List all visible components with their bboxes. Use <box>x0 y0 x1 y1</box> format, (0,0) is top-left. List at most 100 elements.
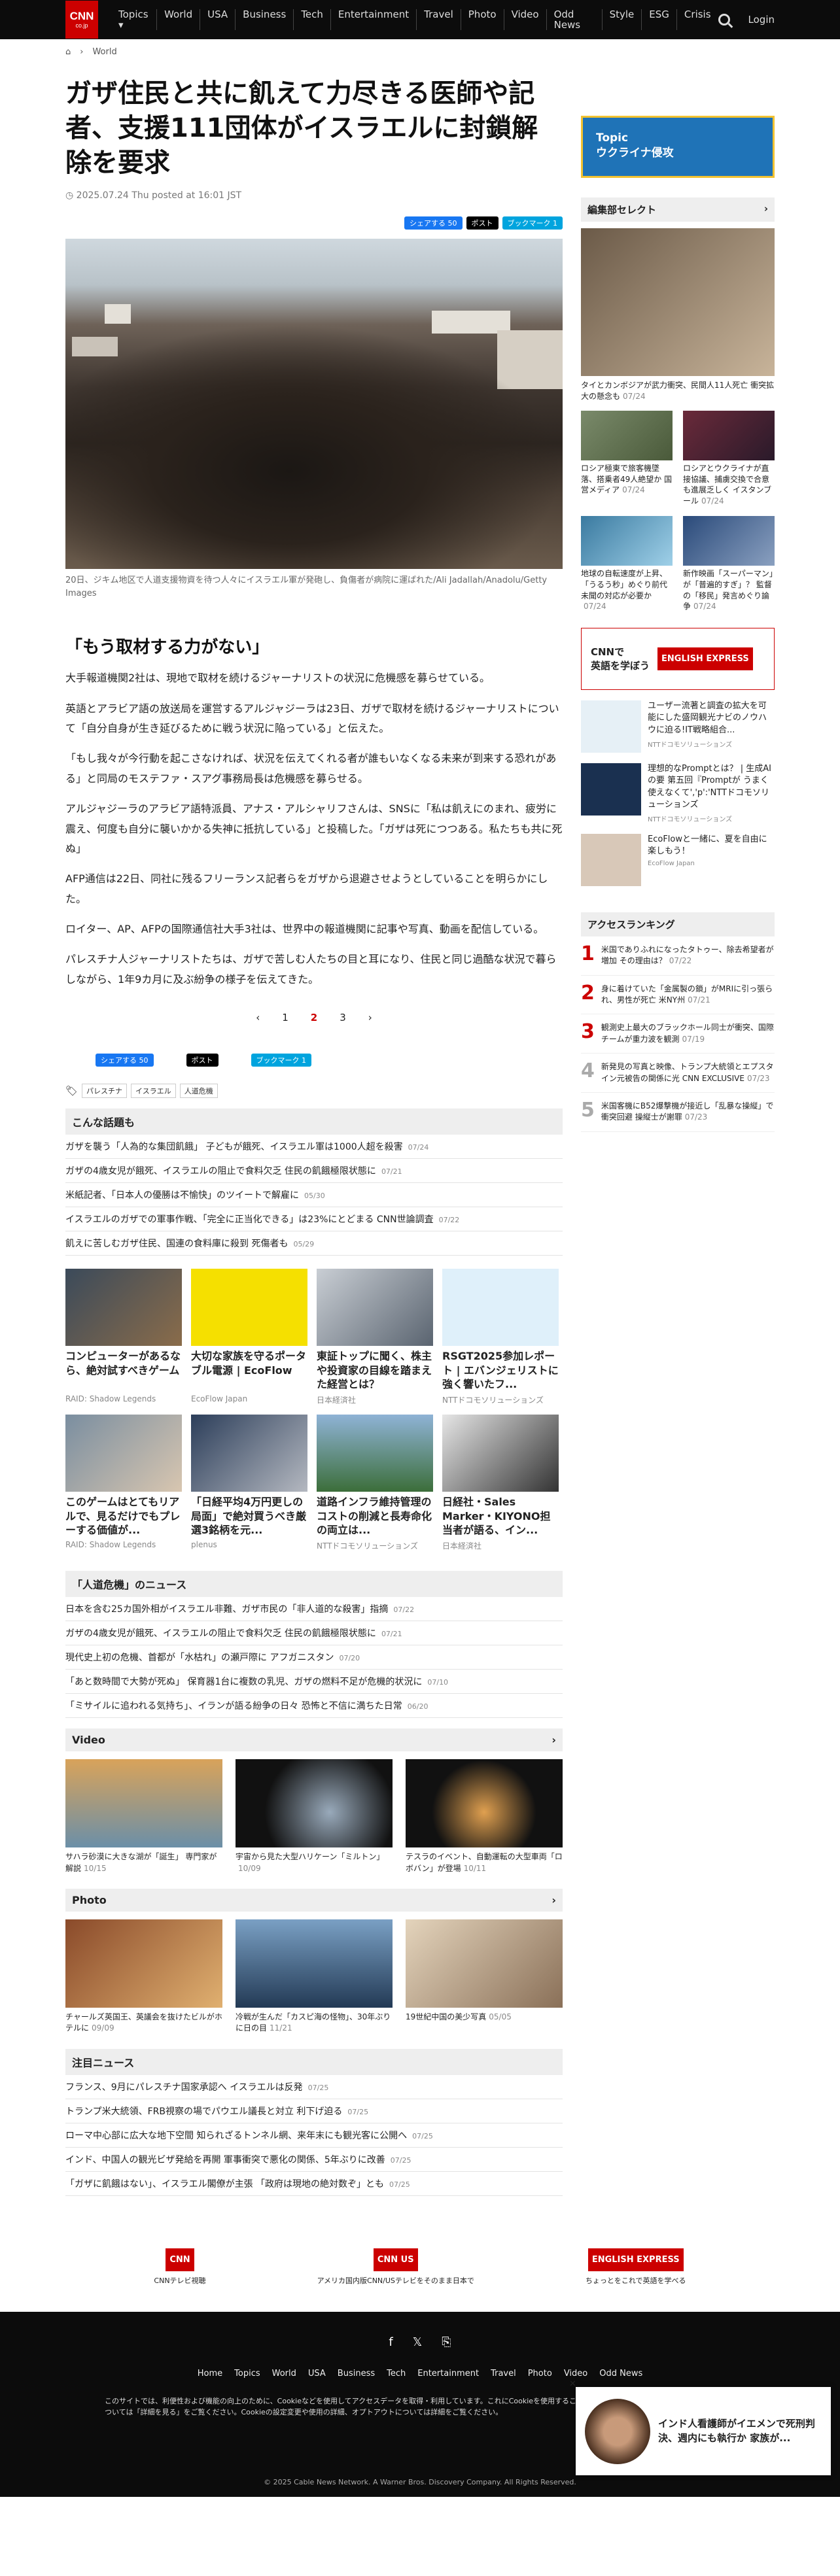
facebook-icon[interactable]: f <box>389 2335 393 2349</box>
sponsored-item[interactable]: 理想的なPromptとは？ | 生成AIの要 第五回『Promptが うまく使え… <box>581 763 775 823</box>
english-express-link[interactable]: ENGLISH EXPRESS ちょっとをこれで英語を学べる <box>586 2248 686 2286</box>
sponsored-item[interactable]: ユーザー流著と調査の拡大を可能にした盛岡観光ナビのノウハウに迫る!IT戦略組合.… <box>581 700 775 753</box>
ranking-item[interactable]: 3 観測史上最大のブラックホール同士が衝突、国際チームが重力波を観測 07/19 <box>581 1014 775 1054</box>
ranking-item[interactable]: 5 米国客機にB52爆撃機が接近し「乱暴な操縦」で衝突回避 操縦士が謝罪 07/23 <box>581 1093 775 1132</box>
pick-card[interactable]: ロシアとウクライナが直接協議、捕虜交換で合意も進展乏しく イスタンブール 07/2… <box>683 410 775 507</box>
ranking-item[interactable]: 4 新発見の写真と映像、トランプ大統領とエプスタイン元被告の関係に光 CNN EX… <box>581 1054 775 1093</box>
ranking-item[interactable]: 1 米国でありふれになったタトゥー、除去希望者が増加 その理由は？ 07/22 <box>581 936 775 976</box>
pick-card[interactable]: 新作映画「スーパーマン」が「普遍的すぎ」？ 監督の「移民」発言めぐり論争 07/2… <box>683 515 775 612</box>
topic-banner[interactable]: Topic ウクライナ侵攻 <box>581 116 775 178</box>
close-icon[interactable]: ✕ <box>569 2379 576 2389</box>
list-item[interactable]: 日本を含む25カ国外相がイスラエル非難、ガザ市民の「非人道的な殺害」指摘 07/2… <box>65 1597 563 1622</box>
photo-header[interactable]: Photo › <box>65 1889 563 1912</box>
share-icon[interactable]: ⎘ <box>442 2335 451 2349</box>
list-item[interactable]: 「あと数時間で大勢が死ぬ」 保育器1台に複数の乳児、ガザの燃料不足が危機的状況に… <box>65 1670 563 1694</box>
ranking-item[interactable]: 2 身に着けていた「金属製の鎖」がMRIに引っ張られ、男性が死亡 米NY州 07/2… <box>581 976 775 1015</box>
promo-card[interactable]: RSGT2025参加レポート | エバンジェリストに強く響いたフ... NTTドコ… <box>442 1269 559 1405</box>
nav-item[interactable]: Photo <box>461 9 504 30</box>
picks-header[interactable]: 編集部セレクト › <box>581 197 775 222</box>
promo-card[interactable]: 東証トップに聞く、株主や投資家の目線を踏まえた経営とは？ 日本経済社 <box>317 1269 433 1405</box>
list-item[interactable]: 現代史上初の危機、首都が「水枯れ」の瀬戸際に アフガニスタン 07/20 <box>65 1645 563 1670</box>
hatena-bookmark-button[interactable]: ブックマーク 1 <box>502 216 563 230</box>
list-item[interactable]: トランプ米大統領、FRB視察の場でパウエル議長と対立 利下げ迫る 07/25 <box>65 2099 563 2123</box>
footer-link[interactable]: Tech <box>387 2369 406 2379</box>
nav-item[interactable]: Style <box>603 9 642 30</box>
nav-item[interactable]: World <box>157 9 201 30</box>
footer-link[interactable]: World <box>272 2369 296 2379</box>
list-item[interactable]: ローマ中心部に広大な地下空間 知られざるトンネル網、来年末にも観光客に公開へ 07… <box>65 2123 563 2148</box>
nav-item[interactable]: Crisis <box>677 9 718 30</box>
footer-link[interactable]: Home <box>198 2369 222 2379</box>
cnn-us-link[interactable]: CNN US アメリカ国内版CNN/USテレビをそのまま日本で <box>317 2248 474 2286</box>
picks-hero-image[interactable] <box>581 228 775 376</box>
pick-card[interactable]: 地球の自転速度が上昇、「うるう秒」めぐり前代未聞の対応が必要か07/24 <box>581 515 673 612</box>
list-item[interactable]: ガザの4歳女児が餓死、イスラエルの阻止で食料欠乏 住民の飢餓極限状態に 07/21 <box>65 1621 563 1646</box>
list-item[interactable]: 米紙記者、「日本人の優勝は不愉快」のツイートで解雇に 05/30 <box>65 1183 563 1208</box>
nav-item[interactable]: Tech <box>294 9 331 30</box>
facebook-share-button[interactable]: シェアする 50 <box>96 1054 154 1067</box>
footer-link[interactable]: Video <box>564 2369 587 2379</box>
home-icon[interactable]: ⌂ <box>65 47 71 57</box>
x-post-button[interactable]: ポスト <box>466 216 499 230</box>
next-page-icon[interactable]: › <box>368 1012 372 1023</box>
breadcrumb-section[interactable]: World <box>92 47 116 57</box>
picks-hero-title[interactable]: タイとカンボジアが武力衝突、民間人11人死亡 衝突拡大の懸念も 07/24 <box>581 380 775 403</box>
footer-link[interactable]: Entertainment <box>417 2369 479 2379</box>
pick-card[interactable]: ロシア極東で旅客機墜落、搭乗者49人絶望か 国営メディア 07/24 <box>581 410 673 507</box>
search-icon[interactable] <box>718 14 730 26</box>
list-item[interactable]: ガザを襲う「人為的な集団飢餓」 子どもが餓死、イスラエル軍は1000人超を殺害 0… <box>65 1135 563 1159</box>
video-card[interactable]: テスラのイベント、自動運転の大型車両「ロボバン」が登場 10/11 <box>406 1759 563 1874</box>
list-item[interactable]: 飢えに苦しむガザ住民、国連の食料庫に殺到 死傷者も 05/29 <box>65 1231 563 1256</box>
video-header[interactable]: Video › <box>65 1728 563 1752</box>
promo-card[interactable]: コンピューターがあるなら、絶対試すべきゲーム RAID: Shadow Legen… <box>65 1269 182 1405</box>
footer-link[interactable]: Topics <box>234 2369 260 2379</box>
sponsored-item[interactable]: EcoFlowと一緒に、夏を自由に楽しもう！ EcoFlow Japan <box>581 833 775 886</box>
footer-link[interactable]: Business <box>338 2369 375 2379</box>
tag[interactable]: イスラエル <box>131 1084 176 1099</box>
tag[interactable]: パレスチナ <box>82 1084 128 1099</box>
nav-item[interactable]: Business <box>236 9 294 30</box>
footer-link[interactable]: Odd News <box>599 2369 642 2379</box>
footer-link[interactable]: Photo <box>528 2369 552 2379</box>
nav-item[interactable]: Odd News <box>547 9 603 30</box>
x-icon[interactable]: 𝕏 <box>413 2335 423 2349</box>
nav-item[interactable]: USA <box>200 9 236 30</box>
photo-card[interactable]: 19世紀中国の美少写真 05/05 <box>406 1919 563 2035</box>
list-item[interactable]: ガザの4歳女児が餓死、イスラエルの阻止で食料欠乏 住民の飢餓極限状態に 07/21 <box>65 1159 563 1184</box>
video-card[interactable]: 宇宙から見た大型ハリケーン「ミルトン」10/09 <box>236 1759 393 1874</box>
list-item[interactable]: インド、中国人の観光ビザ発給を再開 軍事衝突で悪化の関係、5年ぶりに改善 07/2… <box>65 2148 563 2172</box>
promo-card[interactable]: このゲームはとてもリアルで、見るだけでもプレーする価値が... RAID: Sha… <box>65 1415 182 1551</box>
hatena-bookmark-button[interactable]: ブックマーク 1 <box>251 1054 311 1067</box>
nav-item[interactable]: Entertainment <box>331 9 417 30</box>
facebook-share-button[interactable]: シェアする 50 <box>404 216 463 230</box>
photo-card[interactable]: チャールズ英国王、英議会を抜けたビルがホテルに 09/09 <box>65 1919 222 2035</box>
footer-link[interactable]: Travel <box>491 2369 516 2379</box>
nav-item[interactable]: Video <box>504 9 547 30</box>
promo-card[interactable]: 道路インフラ維持管理のコストの削減と長寿命化の両立は... NTTドコモソリューシ… <box>317 1415 433 1551</box>
english-express-ad[interactable]: CNNで 英語を学ぼう ENGLISH EXPRESS <box>581 628 775 691</box>
nav-item[interactable]: ESG <box>642 9 677 30</box>
page-link[interactable]: 1 <box>282 1012 289 1023</box>
news-popup[interactable]: インド人看護師がイエメンで死刑判決、週内にも執行か 家族が... ✕ <box>569 2379 831 2475</box>
promo-card[interactable]: 大切な家族を守るポータブル電源 | EcoFlow EcoFlow Japan <box>191 1269 307 1405</box>
list-item[interactable]: 「ガザに飢餓はない」、イスラエル閣僚が主張 「政府は現地の絶対数ぞ」とも 07/2… <box>65 2172 563 2196</box>
list-item[interactable]: イスラエルのガザでの軍事作戦、「完全に正当化できる」は23%にとどまる CNN世… <box>65 1207 563 1232</box>
page-link-current[interactable]: 2 <box>311 1012 317 1023</box>
tag[interactable]: 人道危機 <box>179 1084 218 1099</box>
related-header: こんな話題も <box>65 1108 563 1135</box>
footer-link[interactable]: USA <box>308 2369 326 2379</box>
page-link[interactable]: 3 <box>340 1012 346 1023</box>
nav-item[interactable]: Travel <box>417 9 461 30</box>
list-item[interactable]: フランス、9月にパレスチナ国家承認へ イスラエルは反発 07/25 <box>65 2075 563 2099</box>
cnn-logo[interactable]: CNN co.jp <box>65 1 98 39</box>
list-item[interactable]: 「ミサイルに追われる気持ち」、イランが語る紛争の日々 恐怖と不信に満ちた日常 06… <box>65 1694 563 1719</box>
video-card[interactable]: サハラ砂漠に大きな湖が「誕生」 専門家が解説 10/15 <box>65 1759 222 1874</box>
promo-card[interactable]: 日経社・Sales Marker・KIYONO担当者が語る、イン... 日本経済社 <box>442 1415 559 1551</box>
cnn-tv-link[interactable]: CNN CNNテレビ視聴 <box>154 2248 206 2286</box>
prev-page-icon[interactable]: ‹ <box>256 1012 260 1023</box>
photo-card[interactable]: 冷戦が生んだ「カスピ海の怪物」、30年ぶりに日の目 11/21 <box>236 1919 393 2035</box>
nav-item[interactable]: Topics ▾ <box>111 9 158 30</box>
login-link[interactable]: Login <box>748 14 775 26</box>
x-post-button[interactable]: ポスト <box>186 1054 219 1067</box>
promo-card[interactable]: 「日経平均4万円更しの局面」で絶対買うべき厳選3銘柄を元... plenus <box>191 1415 307 1551</box>
